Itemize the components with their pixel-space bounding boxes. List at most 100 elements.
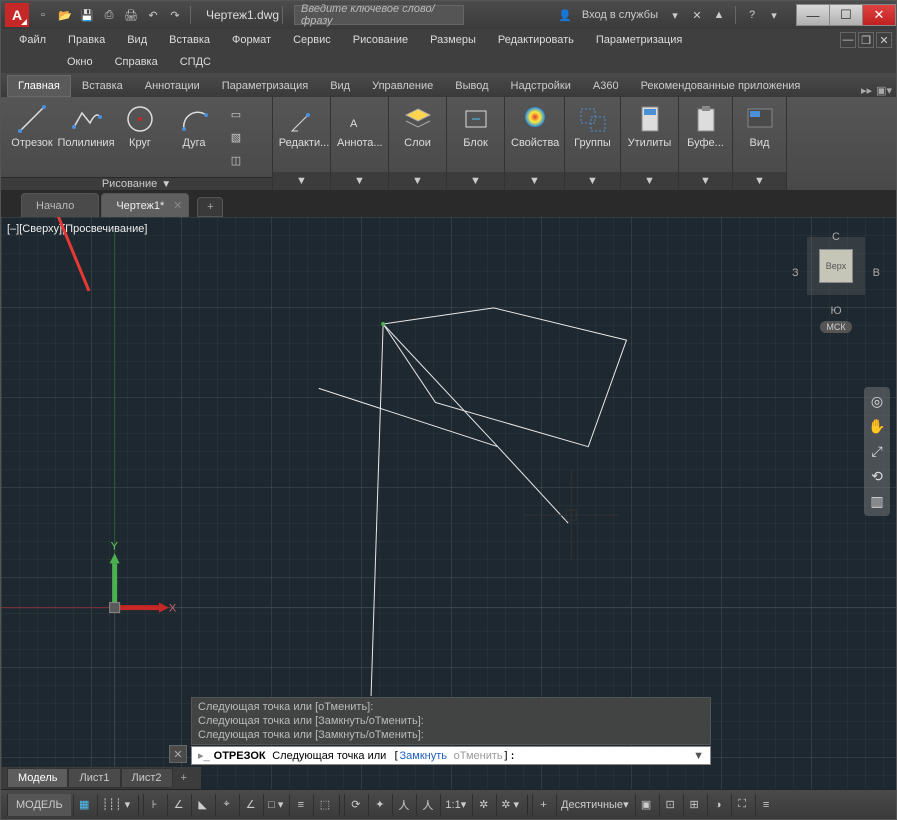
annoscale-icon[interactable]: ✲: [472, 794, 494, 816]
tab-addins[interactable]: Надстройки: [500, 75, 582, 97]
doc-close-button[interactable]: ✕: [876, 32, 892, 48]
panel-block-expand[interactable]: ▼: [447, 172, 504, 190]
new-icon[interactable]: ▫: [33, 5, 53, 25]
search-input[interactable]: Введите ключевое слово/фразу: [294, 5, 464, 25]
menu-window[interactable]: Окно: [57, 54, 103, 70]
tool-utilities[interactable]: Утилиты: [625, 101, 674, 151]
doc-minimize-button[interactable]: —: [840, 32, 856, 48]
3dosnap-icon[interactable]: 人: [392, 794, 414, 816]
new-tab-button[interactable]: +: [197, 197, 223, 217]
viewcube-top[interactable]: Верх: [819, 249, 853, 283]
customize-icon[interactable]: ≡: [755, 794, 777, 816]
app-logo[interactable]: A: [5, 3, 29, 27]
model-space-button[interactable]: МОДЕЛЬ: [7, 794, 71, 816]
tab-view[interactable]: Вид: [319, 75, 361, 97]
tool-properties[interactable]: Свойства: [509, 101, 561, 151]
layout-sheet1[interactable]: Лист1: [68, 768, 120, 788]
command-dropdown-icon[interactable]: ▼: [693, 750, 704, 762]
viewcube-east[interactable]: В: [873, 267, 880, 279]
maximize-button[interactable]: ☐: [829, 4, 863, 26]
pan-icon[interactable]: ✋: [868, 418, 885, 435]
ortho-icon[interactable]: ⊦: [143, 794, 165, 816]
zoom-icon[interactable]: ⤢: [871, 443, 882, 460]
lineweight-icon[interactable]: ≡: [289, 794, 311, 816]
tab-apps[interactable]: Рекомендованные приложения: [630, 75, 812, 97]
snap-dropdown-icon[interactable]: ┊┊┊ ▾: [97, 794, 134, 816]
menu-file[interactable]: Файл: [9, 32, 56, 48]
viewcube[interactable]: С З В Верх Ю МСК: [796, 227, 876, 347]
hatch-icon[interactable]: ▧: [223, 126, 249, 148]
tool-polyline[interactable]: Полилиния: [59, 101, 113, 151]
menu-tools[interactable]: Сервис: [283, 32, 341, 48]
cycling-icon[interactable]: ⟳: [344, 794, 366, 816]
tool-clipboard[interactable]: Буфе...: [683, 101, 728, 151]
transparency-icon[interactable]: ⬚: [313, 794, 335, 816]
tool-layers[interactable]: Слои: [393, 101, 442, 151]
layout-sheet2[interactable]: Лист2: [121, 768, 173, 788]
saveas-icon[interactable]: ⎙: [99, 5, 119, 25]
isolate-icon[interactable]: ◑: [707, 794, 729, 816]
osnap-icon[interactable]: ⌖: [215, 794, 237, 816]
signin-link[interactable]: Вход в службы: [578, 9, 662, 21]
print-icon[interactable]: 🖨: [121, 5, 141, 25]
menu-param[interactable]: Параметризация: [586, 32, 692, 48]
panel-properties-expand[interactable]: ▼: [505, 172, 564, 190]
close-button[interactable]: ✕: [862, 4, 896, 26]
minimize-button[interactable]: —: [796, 4, 830, 26]
tool-arc[interactable]: Дуга: [167, 101, 221, 151]
rectangle-icon[interactable]: ▭: [223, 103, 249, 125]
viewcube-south[interactable]: Ю: [796, 305, 876, 317]
menu-view[interactable]: Вид: [117, 32, 157, 48]
viewcube-north[interactable]: С: [796, 231, 876, 243]
menu-edit[interactable]: Правка: [58, 32, 115, 48]
clean-screen-icon[interactable]: ⛶: [731, 794, 753, 816]
iso-icon[interactable]: ◣: [191, 794, 213, 816]
units-button[interactable]: Десятичные ▾: [556, 794, 633, 816]
doc-tab-start[interactable]: Начало: [21, 193, 99, 217]
hardware-icon[interactable]: ⊞: [683, 794, 705, 816]
quick-properties-icon[interactable]: ✦: [368, 794, 390, 816]
panel-annotations-expand[interactable]: ▼: [331, 172, 388, 190]
ribbon-collapse-icon[interactable]: ▣▾: [876, 84, 892, 97]
lock-ui-icon[interactable]: ⊡: [659, 794, 681, 816]
tab-manage[interactable]: Управление: [361, 75, 444, 97]
panel-draw-title[interactable]: Рисование ▼: [1, 177, 272, 190]
orbit-icon[interactable]: ⟲: [871, 468, 883, 485]
otrack-icon[interactable]: ∠: [239, 794, 261, 816]
tool-modify[interactable]: Редакти...: [277, 101, 331, 151]
scale-button[interactable]: 1:1 ▾: [440, 794, 470, 816]
panel-utilities-expand[interactable]: ▼: [621, 172, 678, 190]
tab-scroll-icon[interactable]: ▸▸: [861, 84, 872, 97]
panel-groups-expand[interactable]: ▼: [565, 172, 620, 190]
boundary-icon[interactable]: ◫: [223, 149, 249, 171]
help-icon[interactable]: ?: [743, 6, 761, 24]
tool-block[interactable]: Блок: [451, 101, 500, 151]
snap-icon[interactable]: □ ▾: [263, 794, 287, 816]
command-close-button[interactable]: ✕: [169, 745, 187, 763]
tool-text[interactable]: AАннота...: [335, 101, 385, 151]
a360-icon[interactable]: ▲: [710, 6, 728, 24]
qp-icon[interactable]: ▣: [635, 794, 657, 816]
panel-layers-expand[interactable]: ▼: [389, 172, 446, 190]
tab-home[interactable]: Главная: [7, 75, 71, 97]
close-tab-icon[interactable]: ✕: [173, 199, 182, 212]
dropdown-icon[interactable]: ▾: [765, 6, 783, 24]
tool-line[interactable]: Отрезок: [5, 101, 59, 151]
doc-tab-drawing1[interactable]: Чертеж1*✕: [101, 193, 189, 217]
tab-insert[interactable]: Вставка: [71, 75, 134, 97]
grid-toggle-icon[interactable]: ▦: [73, 794, 95, 816]
menu-help[interactable]: Справка: [105, 54, 168, 70]
panel-modify-expand[interactable]: ▼: [273, 172, 330, 190]
save-icon[interactable]: 💾: [77, 5, 97, 25]
doc-restore-button[interactable]: ❐: [858, 32, 874, 48]
signin-icon[interactable]: 👤: [556, 6, 574, 24]
tab-a360[interactable]: A360: [582, 75, 630, 97]
tab-param[interactable]: Параметризация: [211, 75, 319, 97]
showui-icon[interactable]: ▥: [870, 493, 883, 510]
undo-icon[interactable]: ↶: [143, 5, 163, 25]
workspace-icon[interactable]: ✲ ▾: [496, 794, 523, 816]
command-input[interactable]: ▸_ ОТРЕЗОК Следующая точка или [Замкнуть…: [191, 746, 711, 765]
layout-add-button[interactable]: +: [173, 769, 195, 787]
tab-annotate[interactable]: Аннотации: [134, 75, 211, 97]
polar-icon[interactable]: ∠: [167, 794, 189, 816]
